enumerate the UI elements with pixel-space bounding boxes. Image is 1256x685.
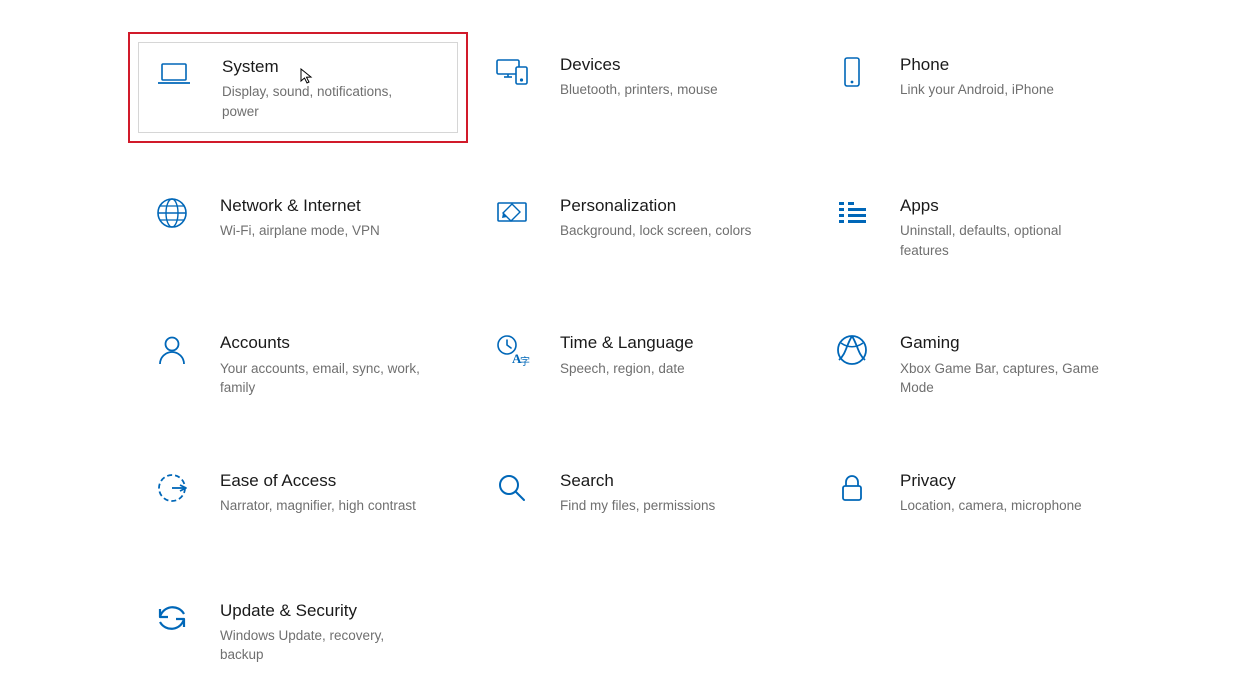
tile-title: Devices — [560, 54, 792, 76]
tile-description: Wi-Fi, airplane mode, VPN — [220, 221, 430, 241]
ease-of-access-icon — [152, 468, 192, 508]
settings-tile-privacy[interactable]: Privacy Location, camera, microphone — [808, 448, 1148, 548]
settings-tile-apps[interactable]: Apps Uninstall, defaults, optional featur… — [808, 173, 1148, 280]
tile-description: Bluetooth, printers, mouse — [560, 80, 770, 100]
settings-tile-ease-of-access[interactable]: Ease of Access Narrator, magnifier, high … — [128, 448, 468, 548]
tile-text: Gaming Xbox Game Bar, captures, Game Mode — [900, 330, 1132, 397]
time-language-icon — [492, 330, 532, 370]
laptop-icon — [154, 54, 194, 94]
tile-text: System Display, sound, notifications, pow… — [222, 54, 450, 121]
settings-tile-search[interactable]: Search Find my files, permissions — [468, 448, 808, 548]
tile-text: Network & Internet Wi-Fi, airplane mode, … — [220, 193, 452, 241]
update-icon — [152, 598, 192, 638]
tile-text: Search Find my files, permissions — [560, 468, 792, 516]
tile-title: Phone — [900, 54, 1132, 76]
tile-text: Personalization Background, lock screen, … — [560, 193, 792, 241]
settings-categories-grid: System Display, sound, notifications, pow… — [0, 0, 1256, 685]
tile-title: Personalization — [560, 195, 792, 217]
tile-description: Your accounts, email, sync, work, family — [220, 359, 430, 398]
tile-description: Background, lock screen, colors — [560, 221, 770, 241]
tile-title: Network & Internet — [220, 195, 452, 217]
settings-tile-accounts[interactable]: Accounts Your accounts, email, sync, work… — [128, 310, 468, 417]
settings-tile-network[interactable]: Network & Internet Wi-Fi, airplane mode, … — [128, 173, 468, 280]
tile-title: Apps — [900, 195, 1132, 217]
tile-description: Uninstall, defaults, optional features — [900, 221, 1110, 260]
tile-title: Gaming — [900, 332, 1132, 354]
gaming-icon — [832, 330, 872, 370]
settings-tile-system[interactable]: System Display, sound, notifications, pow… — [128, 32, 468, 143]
tile-description: Display, sound, notifications, power — [222, 82, 432, 121]
search-icon — [492, 468, 532, 508]
tile-description: Windows Update, recovery, backup — [220, 626, 430, 665]
tile-description: Find my files, permissions — [560, 496, 770, 516]
tile-text: Update & Security Windows Update, recover… — [220, 598, 452, 665]
tile-text: Time & Language Speech, region, date — [560, 330, 792, 378]
tile-title: Ease of Access — [220, 470, 452, 492]
personalization-icon — [492, 193, 532, 233]
apps-icon — [832, 193, 872, 233]
settings-tile-personalization[interactable]: Personalization Background, lock screen, … — [468, 173, 808, 280]
tile-text: Devices Bluetooth, printers, mouse — [560, 52, 792, 100]
tile-title: Accounts — [220, 332, 452, 354]
tile-title: Privacy — [900, 470, 1132, 492]
accounts-icon — [152, 330, 192, 370]
phone-icon — [832, 52, 872, 92]
tile-text: Ease of Access Narrator, magnifier, high … — [220, 468, 452, 516]
tile-text: Apps Uninstall, defaults, optional featur… — [900, 193, 1132, 260]
settings-tile-gaming[interactable]: Gaming Xbox Game Bar, captures, Game Mode — [808, 310, 1148, 417]
tile-description: Link your Android, iPhone — [900, 80, 1110, 100]
tile-text: Accounts Your accounts, email, sync, work… — [220, 330, 452, 397]
devices-icon — [492, 52, 532, 92]
settings-tile-devices[interactable]: Devices Bluetooth, printers, mouse — [468, 32, 808, 143]
privacy-icon — [832, 468, 872, 508]
tile-title: System — [222, 56, 450, 78]
tile-title: Update & Security — [220, 600, 452, 622]
globe-icon — [152, 193, 192, 233]
settings-tile-update-security[interactable]: Update & Security Windows Update, recover… — [128, 578, 468, 685]
tile-description: Location, camera, microphone — [900, 496, 1110, 516]
tile-description: Speech, region, date — [560, 359, 770, 379]
tile-description: Xbox Game Bar, captures, Game Mode — [900, 359, 1110, 398]
tile-text: Phone Link your Android, iPhone — [900, 52, 1132, 100]
tile-text: Privacy Location, camera, microphone — [900, 468, 1132, 516]
settings-tile-time-language[interactable]: Time & Language Speech, region, date — [468, 310, 808, 417]
tile-title: Search — [560, 470, 792, 492]
tile-description: Narrator, magnifier, high contrast — [220, 496, 430, 516]
settings-tile-phone[interactable]: Phone Link your Android, iPhone — [808, 32, 1148, 143]
tile-title: Time & Language — [560, 332, 792, 354]
